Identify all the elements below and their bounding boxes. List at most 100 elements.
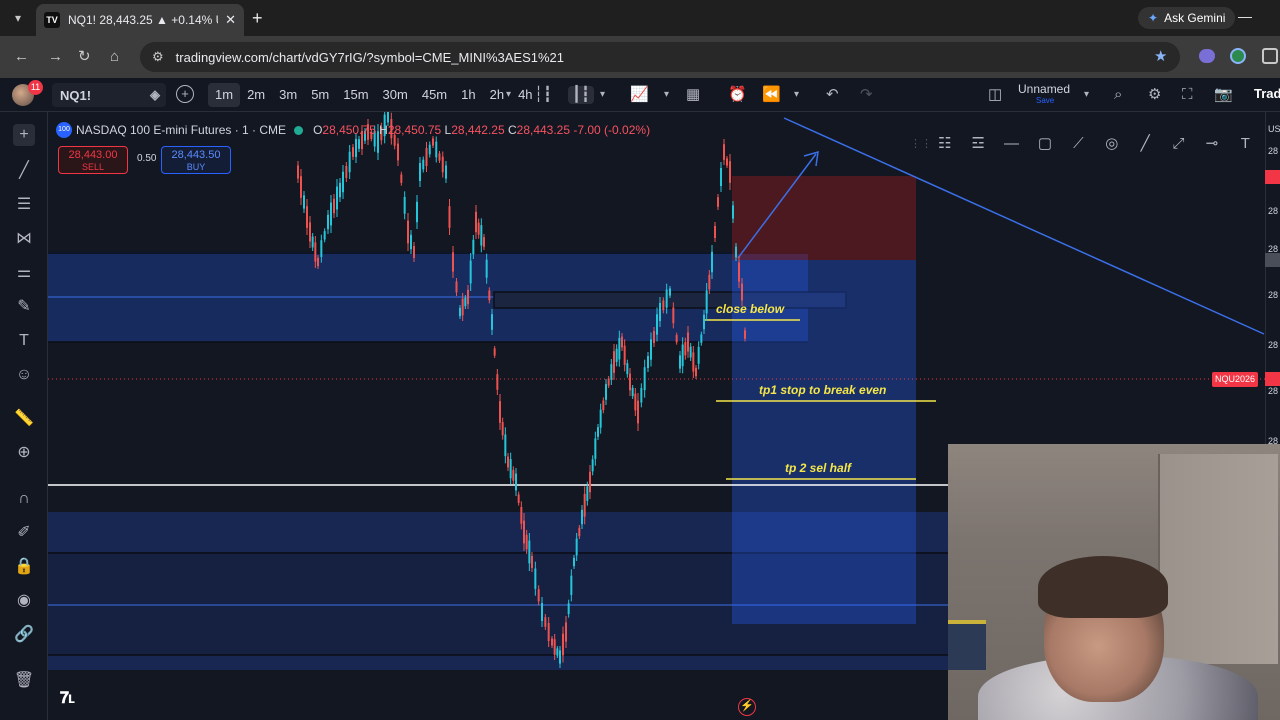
undo-icon[interactable]: ↶	[826, 86, 839, 104]
bar-style-icon[interactable]: ┆┇	[534, 86, 552, 104]
link-icon[interactable]: 🔗	[13, 624, 35, 646]
forward-icon[interactable]: →	[48, 47, 63, 67]
horizontal-ray-icon[interactable]: ⊸	[1195, 134, 1228, 152]
url-text: tradingview.com/chart/vdGY7rIG/?symbol=C…	[175, 49, 565, 65]
home-icon[interactable]: ⌂	[110, 47, 119, 67]
path-icon[interactable]: ⟋	[1062, 135, 1095, 152]
fib-icon[interactable]: ☷	[928, 134, 961, 152]
candle-body	[455, 281, 458, 293]
trash-icon[interactable]: 🗑	[13, 670, 35, 692]
ask-gemini-button[interactable]: ✦ Ask Gemini	[1138, 7, 1236, 29]
buy-button[interactable]: 28,443.50 BUY	[161, 146, 231, 174]
interval-1h[interactable]: 1h	[454, 83, 482, 107]
candle-body	[697, 346, 700, 364]
interval-45m[interactable]: 45m	[415, 83, 454, 107]
interval-30m[interactable]: 30m	[376, 83, 415, 107]
indicators-icon[interactable]: 📈	[630, 86, 649, 104]
trade-button[interactable]: Trad	[1254, 86, 1280, 101]
annotation-tp2[interactable]: tp 2 sel half	[785, 461, 851, 475]
lightning-icon[interactable]: ⚡	[738, 698, 756, 716]
text-tool-icon[interactable]: T	[13, 330, 35, 352]
brush-icon[interactable]: ✎	[13, 296, 35, 318]
zoom-in-icon[interactable]: ⊕	[13, 442, 35, 464]
back-icon[interactable]: ←	[14, 47, 29, 67]
ray-icon[interactable]: ╱	[1128, 134, 1161, 152]
fib-extension-icon[interactable]: ☲	[961, 134, 994, 152]
browser-tab[interactable]: TV NQ1! 28,443.25 ▲ +0.14% Unnamed ✕	[36, 4, 244, 36]
pattern-icon[interactable]: ⋈	[13, 228, 35, 250]
chevron-down-icon[interactable]: ▾	[506, 86, 511, 104]
diamond-icon: ◈	[150, 87, 160, 102]
interval-5m[interactable]: 5m	[304, 83, 336, 107]
candle-body	[738, 262, 740, 282]
prediction-icon[interactable]: ⚌	[13, 262, 35, 284]
candle-body	[684, 342, 687, 356]
candles-icon[interactable]: ┃┇	[568, 86, 595, 104]
templates-grid-icon[interactable]: ▦	[686, 86, 700, 104]
replay-icon[interactable]: ⏪	[762, 86, 781, 104]
layout-name[interactable]: Unnamed	[1018, 82, 1070, 96]
magnet-icon[interactable]: ∩	[13, 488, 35, 510]
trend-line-icon[interactable]: ╱	[13, 160, 35, 182]
extension-icon[interactable]	[1199, 49, 1215, 63]
compare-plus-icon[interactable]: +	[176, 85, 194, 103]
quick-search-icon[interactable]: ⌕	[1114, 86, 1122, 104]
candle-body	[717, 197, 719, 207]
extensions-menu-icon[interactable]	[1262, 48, 1278, 64]
text-icon[interactable]: T	[1229, 135, 1262, 152]
candle-body	[621, 336, 623, 348]
camera-icon[interactable]: 📷	[1214, 86, 1233, 104]
alert-icon[interactable]: ⏰	[728, 86, 747, 104]
lock-icon[interactable]: 🔒	[13, 556, 35, 578]
ruler-icon[interactable]: 📏	[13, 408, 35, 430]
interval-3m[interactable]: 3m	[272, 83, 304, 107]
address-bar[interactable]: ⚙ tradingview.com/chart/vdGY7rIG/?symbol…	[140, 42, 1180, 72]
sell-button[interactable]: 28,443.00 SELL	[58, 146, 128, 174]
redo-icon[interactable]: ↷	[860, 86, 873, 104]
candle-body	[309, 222, 311, 242]
horizontal-line-icon[interactable]: —	[995, 135, 1028, 152]
eye-icon[interactable]: ◉	[13, 590, 35, 612]
symbol-label: NQ1!	[60, 87, 92, 103]
settings-gear-icon[interactable]: ⚙	[1148, 86, 1161, 104]
spread-value: 0.50	[137, 153, 157, 164]
minimize-icon[interactable]: —	[1238, 8, 1252, 24]
fullscreen-icon[interactable]: ⛶	[1182, 86, 1193, 104]
interval-15m[interactable]: 15m	[336, 83, 375, 107]
layout-panels-icon[interactable]: ◫	[988, 86, 1002, 104]
candle-body	[501, 422, 504, 436]
circle-target-icon[interactable]: ◎	[1095, 134, 1128, 152]
candle-body	[653, 331, 655, 343]
interval-2m[interactable]: 2m	[240, 83, 272, 107]
candle-body	[410, 234, 412, 250]
annotation-close-below[interactable]: close below	[716, 302, 784, 316]
legend-title[interactable]: NASDAQ 100 E-mini Futures · 1 · CME	[76, 123, 286, 137]
candle-body	[553, 639, 556, 655]
close-icon[interactable]: ✕	[225, 12, 236, 28]
interval-1m[interactable]: 1m	[208, 83, 241, 107]
star-icon[interactable]: ★	[1154, 47, 1167, 65]
gemini-sparkle-icon: ✦	[1148, 11, 1159, 25]
reload-icon[interactable]: ↻	[78, 47, 91, 67]
site-settings-icon[interactable]: ⚙	[152, 49, 164, 65]
new-tab-plus-icon[interactable]: +	[252, 8, 263, 28]
chevron-down-icon[interactable]: ▾	[664, 86, 669, 104]
candle-body	[562, 633, 564, 656]
rectangle-icon[interactable]: ▢	[1028, 134, 1061, 152]
chevron-down-icon[interactable]: ▾	[600, 86, 605, 104]
candle-body	[567, 603, 570, 615]
extended-line-icon[interactable]: ⤢	[1162, 135, 1195, 152]
axis-label: 28	[1268, 244, 1279, 254]
candle-body	[720, 168, 722, 186]
annotation-tp1[interactable]: tp1 stop to break even	[759, 383, 886, 397]
stay-drawing-icon[interactable]: ✐	[13, 522, 35, 544]
fib-retracement-icon[interactable]: ☰	[13, 194, 35, 216]
symbol-search[interactable]: NQ1! ◈	[52, 83, 166, 107]
emoji-icon[interactable]: ☺	[13, 364, 35, 386]
tab-search-icon[interactable]: ▾	[8, 8, 28, 28]
chevron-down-icon[interactable]: ▾	[1084, 86, 1089, 104]
chevron-down-icon[interactable]: ▾	[794, 86, 799, 104]
extension-icon[interactable]	[1230, 48, 1246, 64]
drag-handle-icon[interactable]: ⋮⋮	[910, 137, 932, 150]
crosshair-icon[interactable]: +	[13, 124, 35, 146]
